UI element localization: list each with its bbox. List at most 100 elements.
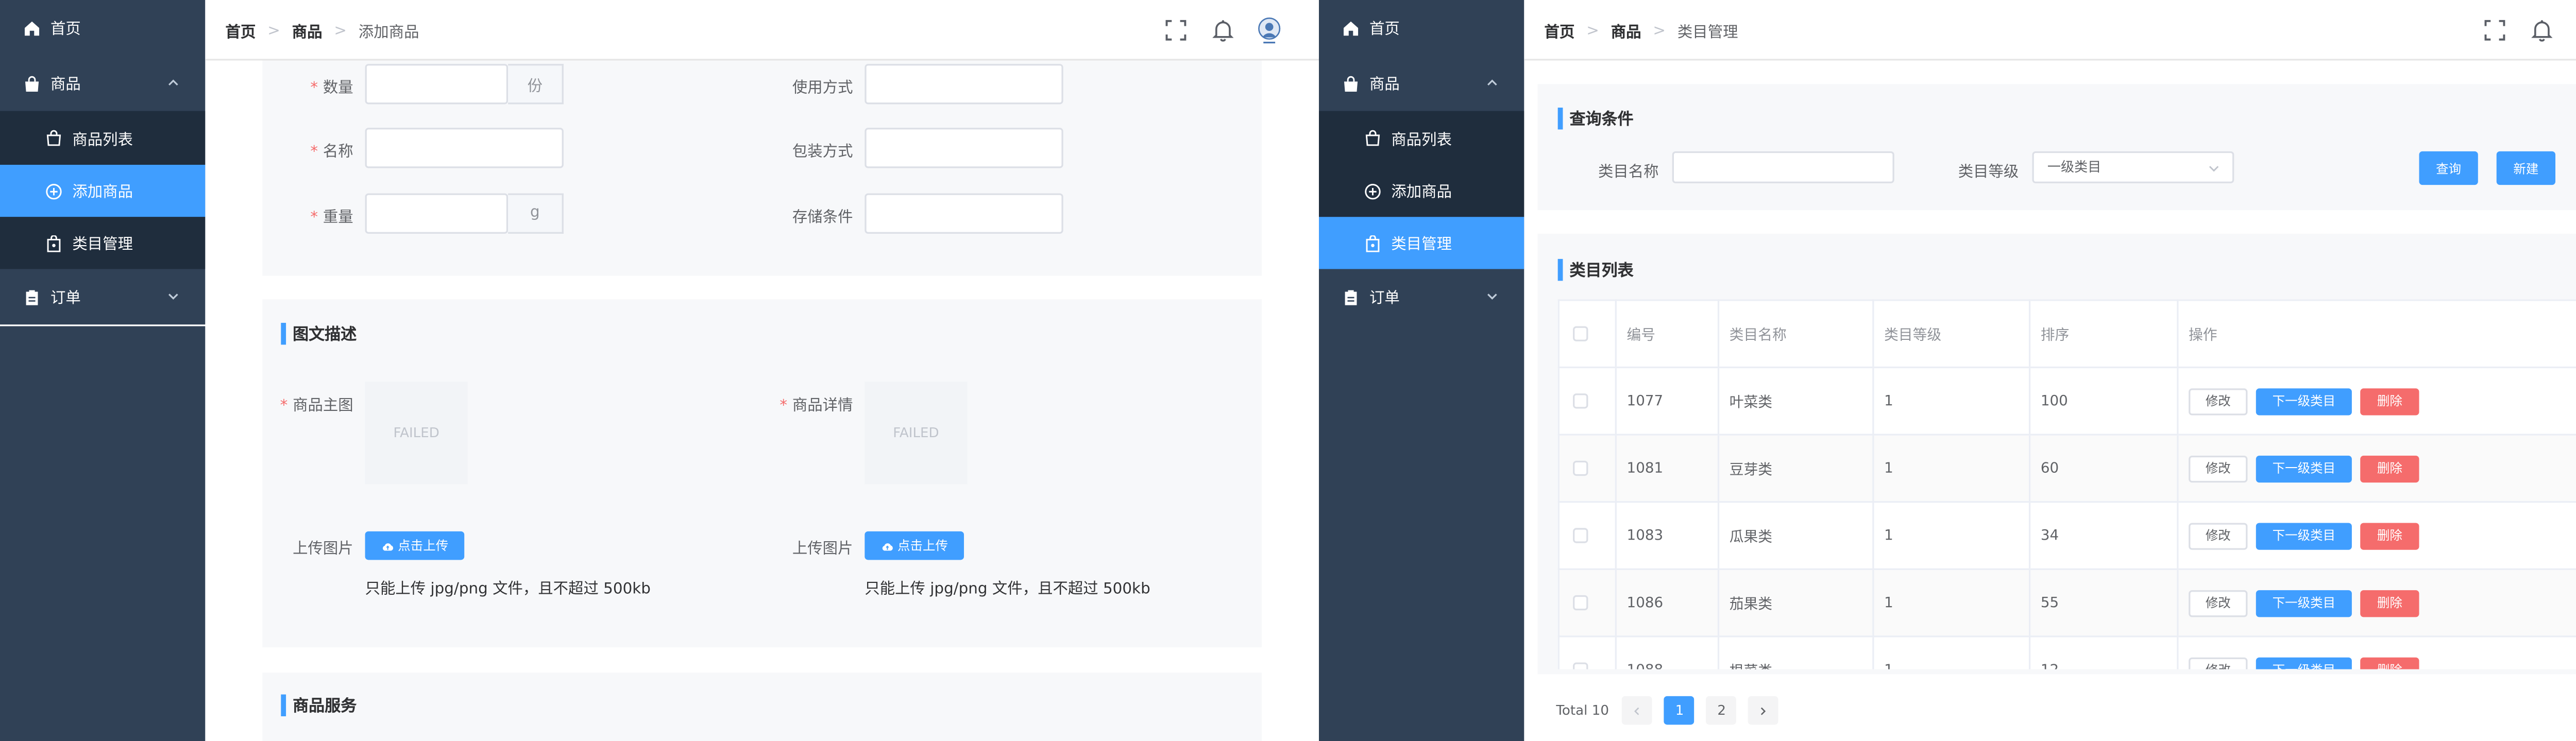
shopping-bag-icon [1343, 75, 1360, 92]
delete-button[interactable]: 删除 [2360, 387, 2419, 415]
cell-id: 1083 [1615, 501, 1720, 570]
sidebar-item-product[interactable]: 商品 [0, 56, 205, 111]
header-bar: 首页 > 商品 > 添加商品 [205, 0, 1319, 61]
cell-ops: 修改下一级类目删除 [2177, 366, 2576, 436]
edit-button[interactable]: 修改 [2189, 657, 2248, 669]
chevron-down-icon [2209, 166, 2219, 172]
cell-name: 叶菜类 [1717, 366, 1874, 436]
select-all-checkbox[interactable] [1573, 326, 1588, 341]
child-category-button[interactable]: 下一级类目 [2256, 455, 2352, 482]
home-icon [1343, 20, 1360, 37]
bag-tag-icon [45, 234, 62, 252]
child-category-button[interactable]: 下一级类目 [2256, 522, 2352, 549]
category-name-input[interactable] [1672, 151, 1894, 183]
cell-id: 1086 [1615, 568, 1720, 637]
sidebar-item-product-list[interactable]: 商品列表 [0, 111, 206, 165]
breadcrumb-product[interactable]: 商品 [292, 20, 323, 42]
list-title-text: 类目列表 [1569, 262, 1634, 281]
sidebar-item-orders[interactable]: 订单 [1319, 269, 1524, 324]
query-title: 查询条件 [1557, 106, 1634, 130]
sidebar-item-label: 商品列表 [1391, 132, 1452, 149]
prev-page-button[interactable] [1622, 696, 1653, 725]
weight-input[interactable] [365, 193, 509, 234]
cell-level: 1 [1872, 501, 2031, 570]
query-title-text: 查询条件 [1569, 111, 1634, 130]
name-input[interactable] [365, 128, 564, 168]
upload-label: 上传图片 [293, 541, 353, 559]
fullscreen-icon[interactable] [2483, 19, 2507, 42]
circle-plus-icon [1364, 182, 1381, 199]
clipboard-icon [1343, 288, 1360, 305]
edit-button[interactable]: 修改 [2189, 455, 2248, 482]
required-mark: * [310, 80, 318, 98]
table-row: 1081 豆芽类 1 60 修改 下一级类目 删除 [1557, 434, 2576, 503]
query-card [1537, 84, 2576, 211]
sidebar-item-home[interactable]: 首页 [0, 0, 205, 56]
sidebar-filler [0, 326, 206, 741]
sidebar-item-label: 添加商品 [1391, 185, 1452, 202]
row-checkbox[interactable] [1573, 595, 1588, 611]
bell-icon[interactable] [1211, 19, 1235, 42]
fullscreen-icon[interactable] [1164, 19, 1188, 42]
child-category-button[interactable]: 下一级类目 [2256, 387, 2352, 415]
weight-label-text: 重量 [323, 210, 353, 227]
page-button-2[interactable]: 2 [1706, 696, 1737, 725]
row-checkbox[interactable] [1573, 393, 1588, 409]
sidebar-item-label: 商品 [50, 77, 81, 94]
sidebar-item-product[interactable]: 商品 [1319, 56, 1524, 111]
cell-sort: 100 [2028, 366, 2179, 436]
page-button-1[interactable]: 1 [1664, 696, 1695, 725]
cloud-upload-icon [882, 542, 892, 550]
row-checkbox[interactable] [1573, 460, 1588, 476]
breadcrumb-current: 添加商品 [358, 25, 419, 42]
upload-button[interactable]: 点击上传 [365, 531, 465, 560]
sidebar-item-home[interactable]: 首页 [1319, 0, 1524, 56]
sidebar-item-category[interactable]: 类目管理 [1319, 217, 1524, 269]
chevron-up-icon [1487, 79, 1497, 86]
breadcrumb: 首页 > 商品 > 类目管理 [1545, 20, 1738, 42]
delete-button[interactable]: 删除 [2360, 589, 2419, 616]
storage-input[interactable] [865, 193, 1063, 234]
detail-image-placeholder: FAILED [865, 382, 968, 485]
bell-icon[interactable] [2530, 19, 2554, 42]
quantity-input[interactable] [365, 64, 509, 105]
row-checkbox[interactable] [1573, 528, 1588, 543]
sidebar-item-label: 添加商品 [72, 185, 133, 202]
edit-button[interactable]: 修改 [2189, 387, 2248, 415]
usage-input[interactable] [865, 64, 1063, 105]
sidebar-item-product-list[interactable]: 商品列表 [1319, 111, 1524, 165]
cell-id: 1081 [1615, 434, 1720, 503]
breadcrumb-separator: > [334, 23, 347, 40]
delete-button[interactable]: 删除 [2360, 522, 2419, 549]
row-checkbox[interactable] [1573, 662, 1588, 669]
sidebar-item-orders[interactable]: 订单 [0, 269, 205, 324]
avatar[interactable] [1257, 17, 1282, 44]
quantity-label: * 数量 [293, 76, 353, 98]
category-level-select[interactable]: 一级类目 [2032, 151, 2234, 183]
sidebar-item-category[interactable]: 类目管理 [0, 217, 206, 269]
delete-button[interactable]: 删除 [2360, 657, 2419, 669]
breadcrumb-home[interactable]: 首页 [226, 20, 256, 42]
cell-name: 豆芽类 [1717, 434, 1874, 503]
upload-button[interactable]: 点击上传 [865, 531, 964, 560]
new-button[interactable]: 新建 [2496, 151, 2555, 185]
delete-button[interactable]: 删除 [2360, 455, 2419, 482]
sidebar-item-add-product[interactable]: 添加商品 [0, 165, 206, 217]
child-category-button[interactable]: 下一级类目 [2256, 657, 2352, 669]
column-header-ops: 操作 [2177, 299, 2576, 369]
search-button[interactable]: 查询 [2419, 151, 2478, 185]
sidebar-item-add-product[interactable]: 添加商品 [1319, 165, 1524, 217]
cell-level: 1 [1872, 568, 2031, 637]
edit-button[interactable]: 修改 [2189, 589, 2248, 616]
cell-name: 根菜类 [1717, 635, 1874, 669]
child-category-button[interactable]: 下一级类目 [2256, 589, 2352, 616]
packaging-input[interactable] [865, 128, 1063, 168]
breadcrumb-home[interactable]: 首页 [1545, 20, 1575, 42]
pagination: Total 10 1 2 [1556, 696, 1790, 725]
cell-sort: 12 [2028, 635, 2179, 669]
next-page-button[interactable] [1748, 696, 1779, 725]
chevron-left-icon [1635, 706, 1640, 715]
edit-button[interactable]: 修改 [2189, 522, 2248, 549]
table-row: 1083 瓜果类 1 34 修改 下一级类目 删除 [1557, 501, 2576, 570]
breadcrumb-product[interactable]: 商品 [1611, 20, 1641, 42]
